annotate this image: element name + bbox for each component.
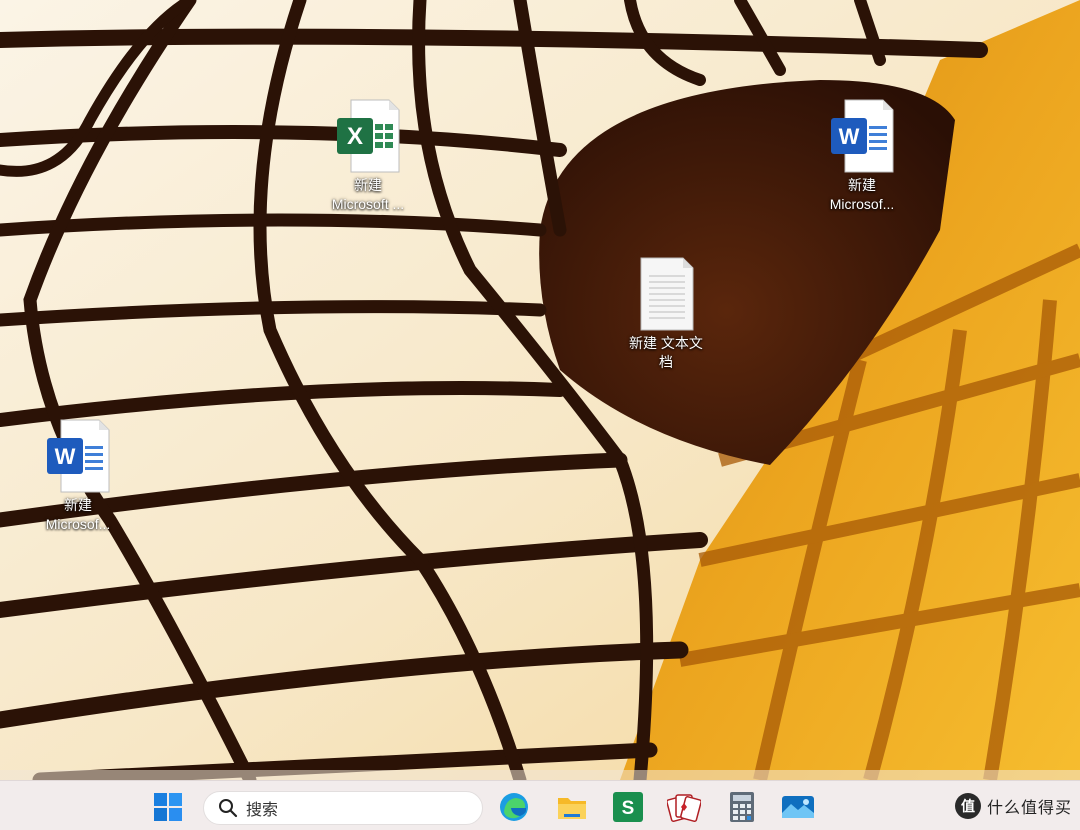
text-file-icon [640,257,694,331]
search-placeholder: 搜索 [246,802,279,819]
desktop-icon-word-new-top[interactable]: W 新建 Microsof... [814,98,910,214]
folder-icon [558,798,586,819]
taskbar-app-calculator[interactable] [724,789,760,825]
photos-icon [782,796,814,818]
word-file-icon: W [47,419,110,493]
svg-text:S: S [622,798,635,819]
taskbar-app-file-explorer[interactable] [554,789,590,825]
windows-logo-icon [154,793,182,821]
watermark: 值 什么值得买 [954,793,1072,819]
desktop-icon-label: 新建 Microsoft ... [331,177,405,212]
excel-file-icon: X [337,99,400,173]
watermark-badge: 值 [954,793,981,819]
desktop-icon-label: 新建 Microsof... [829,177,895,212]
taskbar: 搜索 S 值 什么值得买 [0,780,1080,830]
cards-icon [667,794,701,822]
svg-text:W: W [55,444,76,469]
desktop-icon-excel-new[interactable]: X 新建 Microsoft ... [320,98,416,214]
taskbar-search-box[interactable]: 搜索 [203,791,483,825]
spreadsheet-s-icon: S [613,792,643,822]
svg-text:W: W [839,124,860,149]
desktop-wallpaper [0,0,1080,780]
taskbar-app-wps-spreadsheet[interactable]: S [610,789,646,825]
word-file-icon: W [831,99,894,173]
edge-icon [500,793,528,821]
desktop-icon-label: 新建 Microsof... [45,497,111,532]
svg-text:X: X [347,123,363,150]
taskbar-app-solitaire[interactable] [666,789,702,825]
calculator-icon [730,792,754,822]
search-icon [219,799,238,818]
desktop-icon-text-new[interactable]: 新建 文本文 档 [618,256,714,372]
start-button[interactable] [150,789,186,825]
taskbar-app-photos[interactable] [780,789,816,825]
desktop-icon-label: 新建 文本文 档 [629,335,703,370]
watermark-text: 什么值得买 [986,800,1072,817]
taskbar-app-edge[interactable] [496,789,532,825]
desktop-icon-word-new-left[interactable]: W 新建 Microsof... [30,418,126,534]
